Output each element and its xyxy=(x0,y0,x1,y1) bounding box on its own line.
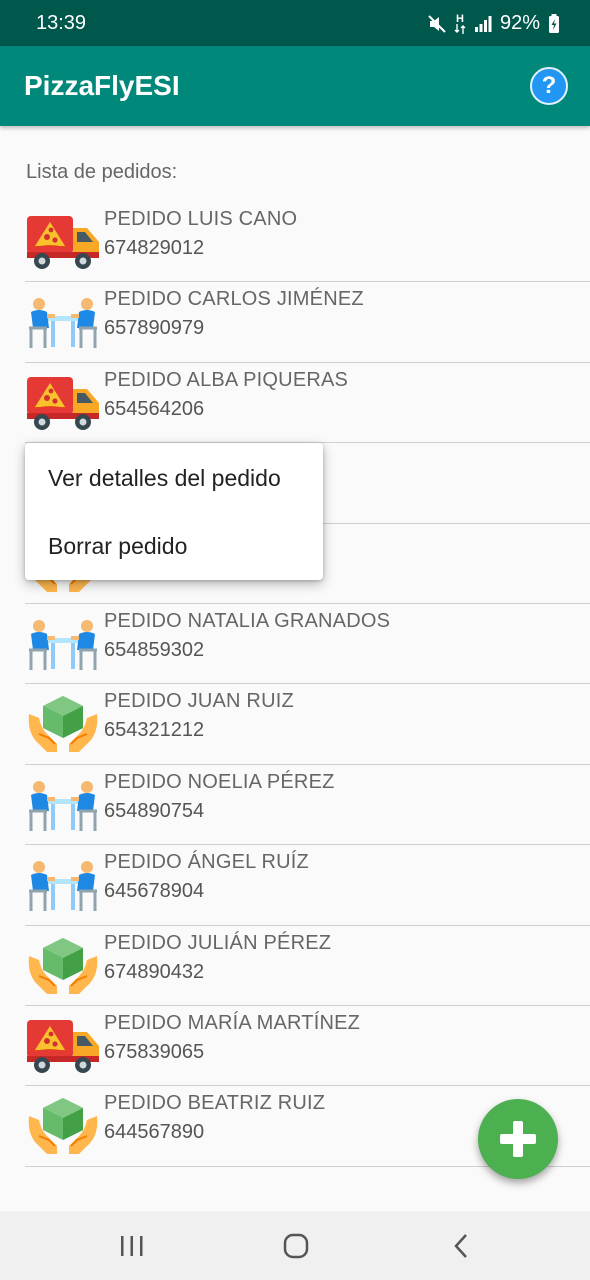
back-icon[interactable] xyxy=(442,1229,482,1263)
order-list-item[interactable]: PEDIDO ALBA PIQUERAS 654564206 xyxy=(25,363,590,444)
network-type-icon: H xyxy=(454,13,466,34)
order-list-item[interactable]: PEDIDO NOELIA PÉREZ 654890754 xyxy=(25,765,590,846)
status-time: 13:39 xyxy=(36,12,87,34)
order-list-item[interactable]: PEDIDO NATALIA GRANADOS 654859302 xyxy=(25,604,590,685)
order-phone: 675839065 xyxy=(104,1040,205,1063)
order-name: PEDIDO LUIS CANO xyxy=(104,208,298,230)
order-name: PEDIDO BEATRIZ RUIZ xyxy=(104,1092,326,1115)
order-phone: 644567890 xyxy=(104,1121,205,1144)
dine-in-table-icon xyxy=(25,855,101,915)
delivery-truck-icon xyxy=(25,373,101,433)
order-name: PEDIDO NOELIA PÉREZ xyxy=(104,770,335,793)
help-button[interactable]: ? xyxy=(530,67,568,105)
view-order-details-menu-item[interactable]: Ver detalles del pedido xyxy=(25,444,323,512)
order-name: PEDIDO CARLOS JIMÉNEZ xyxy=(104,288,364,311)
battery-percentage: 92% xyxy=(499,12,540,34)
order-phone: 645678904 xyxy=(104,880,205,903)
mute-icon xyxy=(428,14,446,33)
order-list-item[interactable]: PEDIDO JUAN RUIZ 654321212 xyxy=(25,684,590,765)
dine-in-table-icon xyxy=(25,775,101,835)
help-icon: ? xyxy=(541,72,557,99)
order-phone: 654321212 xyxy=(104,719,205,742)
order-phone: 674890432 xyxy=(104,960,205,983)
orders-list-label: Lista de pedidos: xyxy=(26,161,178,183)
order-name: PEDIDO NATALIA GRANADOS xyxy=(104,609,391,632)
signal-icon xyxy=(474,15,492,33)
order-list-item[interactable]: PEDIDO JULIÁN PÉREZ 674890432 xyxy=(25,926,590,1006)
order-phone: 674829012 xyxy=(104,237,205,259)
order-phone: 654564206 xyxy=(104,397,205,420)
delivery-truck-icon xyxy=(25,1016,101,1076)
app-bar: PizzaFlyESI ? xyxy=(0,46,590,126)
pickup-box-hands-icon xyxy=(25,694,101,754)
order-list-item[interactable]: PEDIDO MARÍA MARTÍNEZ 675839065 xyxy=(25,1006,590,1087)
pickup-box-hands-icon xyxy=(25,936,101,996)
recent-apps-icon[interactable] xyxy=(112,1229,152,1263)
order-name: PEDIDO ALBA PIQUERAS xyxy=(104,368,349,391)
order-name: PEDIDO MARÍA MARTÍNEZ xyxy=(104,1011,361,1034)
home-icon[interactable] xyxy=(276,1229,316,1263)
order-name: PEDIDO JUAN RUIZ xyxy=(104,690,294,713)
order-phone: 654859302 xyxy=(104,638,205,661)
pickup-box-hands-icon xyxy=(25,1096,101,1156)
delivery-truck-icon xyxy=(25,212,101,272)
dine-in-table-icon xyxy=(25,292,101,352)
order-phone: 654890754 xyxy=(104,799,205,822)
add-order-button[interactable] xyxy=(478,1099,558,1179)
dine-in-table-icon xyxy=(25,614,101,674)
order-list-item[interactable]: PEDIDO ÁNGEL RUÍZ 645678904 xyxy=(25,845,590,926)
order-context-menu: Ver detalles del pedido Borrar pedido xyxy=(25,443,323,580)
order-name: PEDIDO JULIÁN PÉREZ xyxy=(104,931,332,954)
status-bar: 13:39 H 92% xyxy=(0,0,590,46)
navigation-bar xyxy=(0,1211,590,1280)
order-phone: 657890979 xyxy=(104,317,205,340)
order-list-item[interactable]: PEDIDO LUIS CANO 674829012 xyxy=(25,202,590,283)
app-title: PizzaFlyESI xyxy=(24,70,180,101)
order-name: PEDIDO ÁNGEL RUÍZ xyxy=(104,851,309,874)
orders-list: PEDIDO LUIS CANO 674829012 PEDIDO CARLOS … xyxy=(25,202,590,1167)
battery-charging-icon xyxy=(548,13,560,34)
delete-order-menu-item[interactable]: Borrar pedido xyxy=(25,512,323,580)
order-list-item[interactable]: PEDIDO CARLOS JIMÉNEZ 657890979 xyxy=(25,282,590,363)
status-icons: H 92% xyxy=(428,12,560,35)
